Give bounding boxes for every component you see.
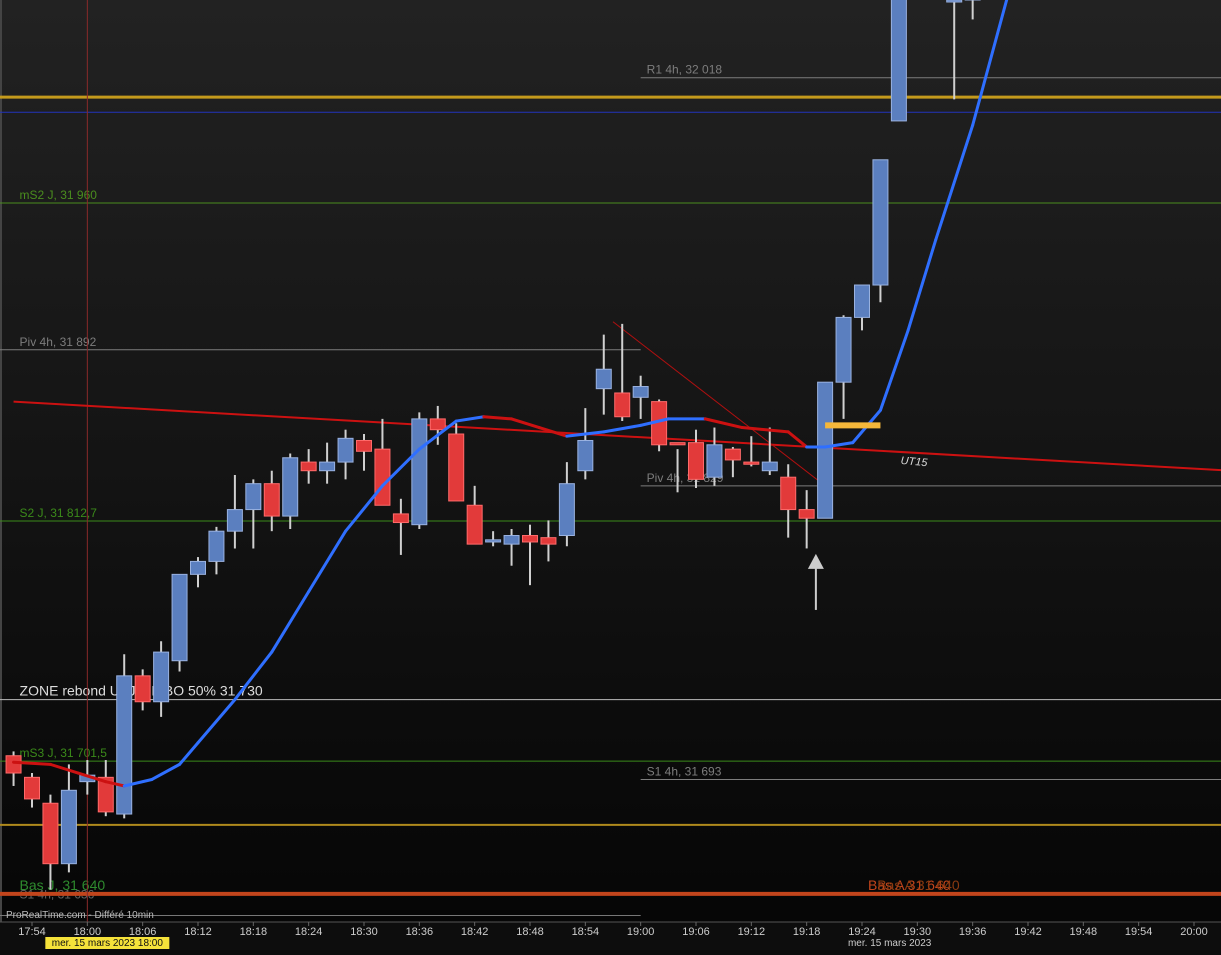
candle-up[interactable] [853,284,870,318]
candle-up[interactable] [761,461,778,472]
candle-down[interactable] [42,802,59,865]
candle-up[interactable] [577,439,594,472]
candle-down[interactable] [466,504,483,545]
candle-down[interactable] [429,418,446,431]
x-tick-label: 19:48 [1070,926,1098,938]
candle-up[interactable] [817,381,834,519]
candle-up[interactable] [706,444,723,478]
date-label: mer. 15 mars 2023 18:00 [52,938,164,949]
candle-up[interactable] [503,534,520,545]
x-tick-label: 19:42 [1014,926,1042,938]
x-tick-label: 19:30 [904,926,932,938]
x-tick-label: 19:54 [1125,926,1153,938]
candle-up[interactable] [485,539,502,543]
chart-canvas[interactable]: R1 4h, 32 018 mS2 J, 31 960 Piv 4h, 31 892… [0,0,1221,950]
level-label: mS3 J, 31 701,5 [20,746,108,760]
candle-down[interactable] [743,461,760,465]
candle-up[interactable] [60,789,77,865]
date-label: mer. 15 mars 2023 [848,938,932,949]
candle-down[interactable] [392,513,409,524]
candle-up[interactable] [153,651,170,703]
candle-up[interactable] [319,461,336,472]
x-tick-label: 19:06 [682,926,710,938]
candle-down[interactable] [521,534,538,543]
candle-up[interactable] [835,316,852,383]
candle-down[interactable] [614,392,631,418]
x-tick-label: 18:54 [572,926,600,938]
candle-up[interactable] [872,159,889,286]
x-tick-label: 19:36 [959,926,987,938]
trendline-label: UT15 [900,455,929,469]
candle-down[interactable] [134,675,151,703]
x-tick-label: 18:18 [240,926,268,938]
level-label: S1 4h, 31 693 [647,764,722,778]
x-tick-label: 18:30 [350,926,378,938]
candle-down[interactable] [374,448,391,506]
candle-down[interactable] [263,483,280,517]
x-tick-label: 18:06 [129,926,157,938]
candle-down[interactable] [540,537,557,545]
candle-down[interactable] [448,433,465,502]
candle-up[interactable] [245,483,262,511]
x-tick-label: 20:00 [1180,926,1208,938]
x-tick-label: 19:00 [627,926,655,938]
candle-down[interactable] [300,461,317,472]
x-tick-label: 18:42 [461,926,489,938]
candle-up[interactable] [632,386,649,398]
candle-down[interactable] [5,755,22,774]
chart: R1 4h, 32 018 mS2 J, 31 960 Piv 4h, 31 892… [0,0,1221,950]
candle-down[interactable] [798,509,815,519]
x-tick-label: 18:12 [184,926,212,938]
candle-down[interactable] [724,448,741,461]
candle-down[interactable] [687,442,704,480]
x-tick-label: 19:24 [848,926,876,938]
x-tick-label: 17:54 [18,926,46,938]
x-tick-label: 18:24 [295,926,323,938]
x-tick-label: 19:18 [793,926,821,938]
candle-up[interactable] [282,457,299,517]
footer-text: ProRealTime.com - Différé 10min [6,910,154,921]
candle-up[interactable] [337,437,354,463]
level-label: mS2 J, 31 960 [20,188,98,202]
level-label: Piv 4h, 31 892 [20,335,97,349]
zone-marker [825,422,881,429]
candle-up[interactable] [171,573,188,662]
plot-background [0,0,1221,950]
level-label: R1 4h, 32 018 [647,63,723,77]
candle-up[interactable] [946,0,963,3]
x-tick-label: 18:48 [516,926,544,938]
candle-up[interactable] [890,0,907,122]
candle-down[interactable] [24,776,40,800]
candle-down[interactable] [355,439,372,452]
candle-up[interactable] [411,418,428,526]
candle-up[interactable] [208,530,225,562]
level-label: S2 J, 31 812,7 [20,506,98,520]
candle-up[interactable] [595,368,612,390]
candle-down[interactable] [780,476,797,511]
x-tick-label: 18:36 [406,926,434,938]
plot-left-border [0,0,2,922]
level-label: Bas A 31 640 [877,877,960,893]
candle-up[interactable] [226,509,243,532]
candle-down[interactable] [669,442,686,446]
candle-up[interactable] [189,560,206,575]
candle-up[interactable] [116,675,133,815]
x-tick-label: 18:00 [74,926,102,938]
candle-up[interactable] [558,483,575,536]
x-tick-label: 19:12 [738,926,766,938]
